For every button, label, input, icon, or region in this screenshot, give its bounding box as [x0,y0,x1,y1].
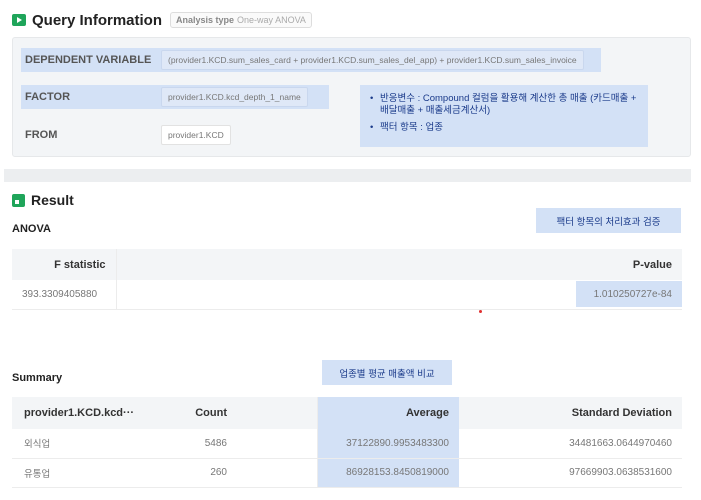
factor-row: FACTOR provider1.KCD.kcd_depth_1_name [21,85,329,109]
column-header-count[interactable]: Count [152,397,237,429]
anova-table: F statistic P-value 393.3309405880 1.010… [12,249,682,310]
average-cell: 37122890.9953483300 [317,429,459,459]
dependent-variable-label: DEPENDENT VARIABLE [25,54,152,66]
table-row: 유통업 260 86928153.8450819000 97669903.063… [12,458,682,488]
result-icon [12,193,25,207]
query-info-header: Query Information Analysis type One-way A… [12,10,312,30]
note-item: 반응변수 : Compound 컬럼을 활용해 계산한 총 매출 (카드매출 +… [370,93,638,117]
from-label: FROM [25,129,58,141]
analysis-type-label: Analysis type [176,15,235,25]
column-header-p-value: P-value [116,249,682,280]
count-cell: 260 [152,458,237,488]
cursor-dot [479,310,482,313]
group-cell: 외식업 [12,429,152,459]
dependent-variable-value: (provider1.KCD.sum_sales_card + provider… [161,50,584,70]
play-icon [12,14,26,26]
count-cell: 5486 [152,429,237,459]
summary-label: Summary [12,372,63,384]
analysis-type-value: One-way ANOVA [237,15,306,25]
query-info-panel: DEPENDENT VARIABLE (provider1.KCD.sum_sa… [12,37,691,157]
from-row: FROM provider1.KCD [21,123,231,147]
anova-callout: 팩터 항목의 처리효과 검증 [536,208,681,233]
summary-table: provider1.KCD.kcd··· Count Average Stand… [12,397,682,488]
analysis-type-chip: Analysis type One-way ANOVA [170,12,312,28]
column-header-spacer [237,397,318,429]
query-info-title: Query Information [32,11,163,29]
column-header-std-dev[interactable]: Standard Deviation [459,397,682,429]
factor-value: provider1.KCD.kcd_depth_1_name [161,87,308,107]
p-value-highlight: 1.010250727e-84 [575,281,682,308]
table-row: 외식업 5486 37122890.9953483300 34481663.06… [12,429,682,459]
p-value-cell: 1.010250727e-84 [116,280,682,310]
factor-label: FACTOR [25,91,71,103]
average-cell: 86928153.8450819000 [317,458,459,488]
column-header-f-statistic: F statistic [12,249,117,280]
from-value: provider1.KCD [161,125,231,145]
spacer-cell [237,429,318,459]
summary-header-row: provider1.KCD.kcd··· Count Average Stand… [12,397,682,429]
std-dev-cell: 97669903.0638531600 [459,458,682,488]
annotation-note: 반응변수 : Compound 컬럼을 활용해 계산한 총 매출 (카드매출 +… [360,85,648,147]
f-statistic-cell: 393.3309405880 [12,280,117,310]
std-dev-cell: 34481663.0644970460 [459,429,682,459]
group-cell: 유통업 [12,458,152,488]
anova-header-row: F statistic P-value [12,249,682,280]
summary-callout: 업종별 평균 매출액 비교 [322,360,452,385]
column-header-average[interactable]: Average [317,397,459,429]
column-header-group[interactable]: provider1.KCD.kcd··· [12,397,152,429]
anova-label: ANOVA [12,223,51,235]
dependent-variable-row: DEPENDENT VARIABLE (provider1.KCD.sum_sa… [21,48,601,72]
table-row: 393.3309405880 1.010250727e-84 [12,280,682,310]
section-divider [4,169,691,182]
result-title: Result [31,192,74,208]
spacer-cell [237,458,318,488]
note-item: 팩터 항목 : 업종 [370,122,638,134]
result-header: Result [12,191,74,209]
